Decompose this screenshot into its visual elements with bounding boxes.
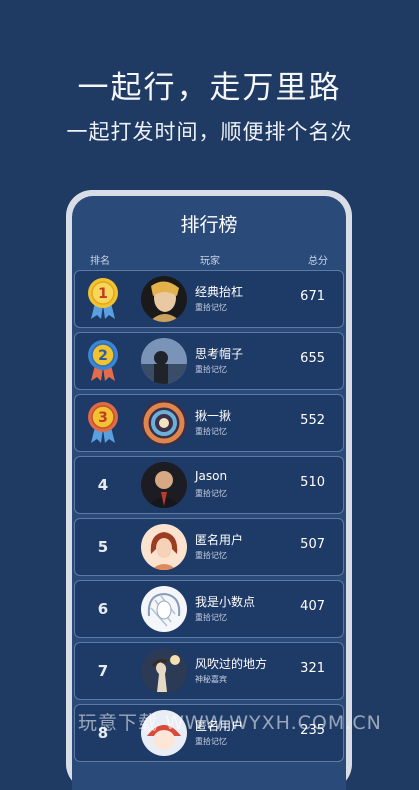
svg-text:2: 2 [98, 348, 108, 364]
player-subtitle: 重拾记忆 [195, 489, 227, 498]
rank-number: 7 [97, 662, 109, 680]
rank-number: 4 [97, 476, 109, 494]
player-subtitle: 重拾记忆 [195, 303, 227, 312]
avatar [141, 586, 187, 632]
player-name: 经典抬杠 [195, 285, 244, 299]
leaderboard-row[interactable]: 2 思考帽子 重拾记忆 655 [74, 332, 344, 390]
leaderboard-row[interactable]: 7 风吹过的地方 神秘嘉宾 321 [74, 642, 344, 700]
player-name: 风吹过的地方 [195, 657, 268, 671]
player-score: 321 [300, 661, 325, 676]
avatar [141, 648, 187, 694]
player-subtitle: 重拾记忆 [195, 365, 227, 374]
leaderboard-screen: 排行榜 排名 玩家 总分 1 经典抬杠 重拾记忆 671 2 思考帽子 重拾记忆… [72, 196, 346, 790]
player-name: 我是小数点 [195, 595, 256, 609]
hero-title: 一起行，走万里路 [77, 70, 342, 106]
svg-text:1: 1 [98, 286, 108, 302]
column-rank: 排名 [90, 256, 110, 267]
player-name: Jason [195, 469, 228, 483]
leaderboard-row[interactable]: 1 经典抬杠 重拾记忆 671 [74, 270, 344, 328]
rank-number: 5 [97, 538, 109, 556]
column-player: 玩家 [200, 256, 220, 267]
watermark: 玩意下载 WWW.WYXH.COM.CN [78, 712, 382, 734]
gold-medal-icon: 1 [83, 271, 123, 327]
player-subtitle: 重拾记忆 [195, 737, 227, 746]
leaderboard-row[interactable]: 3 揪一揪 重拾记忆 552 [74, 394, 344, 452]
rank-number: 6 [97, 600, 109, 618]
avatar [141, 462, 187, 508]
avatar [141, 400, 187, 446]
player-score: 510 [300, 475, 325, 490]
player-score: 655 [300, 351, 325, 366]
column-score: 总分 [308, 256, 328, 267]
leaderboard-title: 排行榜 [180, 214, 238, 236]
bronze-medal-icon: 3 [83, 395, 123, 451]
player-score: 507 [300, 537, 325, 552]
player-subtitle: 神秘嘉宾 [195, 675, 227, 684]
avatar [141, 338, 187, 384]
player-score: 552 [300, 413, 325, 428]
player-subtitle: 重拾记忆 [195, 427, 227, 436]
silver-medal-icon: 2 [83, 333, 123, 389]
player-name: 揪一揪 [195, 409, 232, 423]
player-name: 思考帽子 [195, 347, 244, 361]
player-score: 671 [300, 289, 325, 304]
leaderboard-row[interactable]: 5 匿名用户 重拾记忆 507 [74, 518, 344, 576]
player-subtitle: 重拾记忆 [195, 613, 227, 622]
avatar [141, 276, 187, 322]
svg-text:3: 3 [98, 410, 108, 426]
phone-mockup: 排行榜 排名 玩家 总分 1 经典抬杠 重拾记忆 671 2 思考帽子 重拾记忆… [66, 190, 352, 790]
player-subtitle: 重拾记忆 [195, 551, 227, 560]
leaderboard-list: 1 经典抬杠 重拾记忆 671 2 思考帽子 重拾记忆 655 3 揪一揪 重拾… [74, 270, 344, 766]
player-name: 匿名用户 [195, 533, 244, 547]
leaderboard-row[interactable]: 4 Jason 重拾记忆 510 [74, 456, 344, 514]
hero-subtitle: 一起打发时间，顺便排个名次 [66, 120, 353, 144]
avatar [141, 524, 187, 570]
leaderboard-row[interactable]: 6 我是小数点 重拾记忆 407 [74, 580, 344, 638]
player-score: 407 [300, 599, 325, 614]
